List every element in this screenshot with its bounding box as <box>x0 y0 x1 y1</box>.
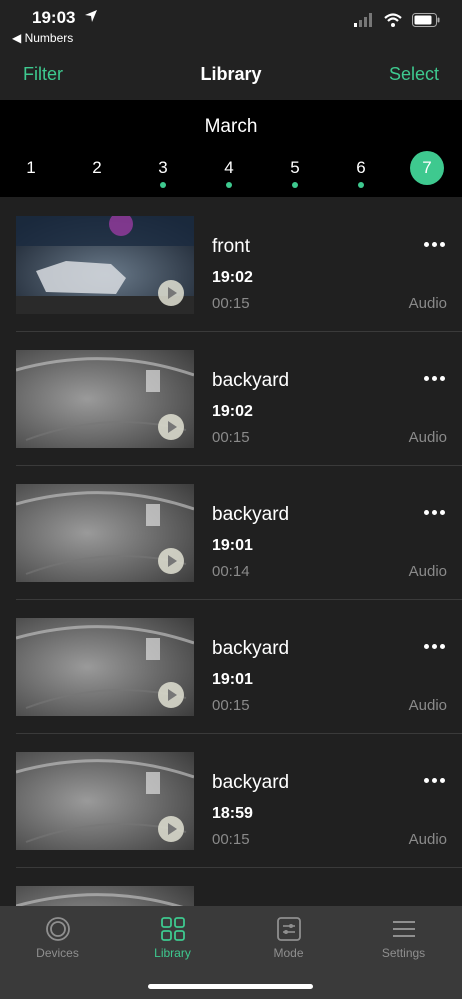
camera-name: backyard <box>212 504 290 525</box>
tab-library[interactable]: Library <box>115 906 230 976</box>
day-4[interactable]: 4 <box>211 150 247 190</box>
audio-tag: Audio <box>408 831 447 848</box>
cellular-signal-icon <box>354 13 372 27</box>
day-3[interactable]: 3 <box>145 150 181 190</box>
more-options-icon[interactable] <box>424 772 446 788</box>
audio-tag: Audio <box>408 429 447 446</box>
settings-menu-icon <box>393 921 415 937</box>
day-6[interactable]: 6 <box>343 150 379 190</box>
day-number: 1 <box>26 158 36 177</box>
audio-tag: Audio <box>408 295 447 312</box>
recording-time: 18:59 <box>212 805 253 822</box>
tab-label: Devices <box>36 946 79 960</box>
wifi-icon <box>384 13 402 27</box>
recording-row[interactable]: backyard 18:59 00:15 Audio <box>0 734 462 868</box>
recording-row[interactable]: front 19:02 00:15 Audio <box>0 198 462 332</box>
tab-devices[interactable]: Devices <box>0 906 115 976</box>
recording-time: 19:01 <box>212 537 253 554</box>
recording-row[interactable]: backyard 19:01 00:15 Audio <box>0 600 462 734</box>
more-options-icon[interactable] <box>424 638 446 654</box>
more-options-icon[interactable] <box>424 236 446 252</box>
select-button[interactable]: Select <box>389 64 439 85</box>
tab-settings[interactable]: Settings <box>346 906 461 976</box>
mode-sliders-icon <box>277 917 301 941</box>
audio-tag: Audio <box>408 697 447 714</box>
status-time: 19:03 <box>32 8 76 27</box>
devices-icon <box>46 917 70 941</box>
play-icon[interactable] <box>158 548 184 574</box>
recording-duration: 00:15 <box>212 429 250 446</box>
day-number: 3 <box>158 158 168 177</box>
recording-thumbnail[interactable] <box>16 216 194 314</box>
location-arrow-icon <box>85 10 97 22</box>
more-options-icon[interactable] <box>424 370 446 386</box>
day-1[interactable]: 1 <box>13 150 49 190</box>
battery-icon <box>412 13 440 27</box>
recording-duration: 00:15 <box>212 295 250 312</box>
library-grid-icon <box>161 917 185 941</box>
camera-name: backyard <box>212 370 290 391</box>
status-indicators <box>354 13 440 27</box>
status-bar: 19:03 ◀ Numbers <box>0 0 462 50</box>
camera-name: front <box>212 236 251 257</box>
play-icon[interactable] <box>158 816 184 842</box>
play-icon[interactable] <box>158 682 184 708</box>
play-icon[interactable] <box>158 280 184 306</box>
recording-indicator-dot <box>160 182 166 188</box>
recording-indicator-dot <box>226 182 232 188</box>
day-number: 5 <box>290 158 300 177</box>
day-number: 2 <box>92 158 102 177</box>
tab-label: Settings <box>381 946 426 960</box>
day-number: 4 <box>224 158 234 177</box>
recording-thumbnail[interactable] <box>16 752 194 850</box>
recording-thumbnail[interactable] <box>16 350 194 448</box>
tab-label: Mode <box>273 946 304 960</box>
camera-name: backyard <box>212 772 290 793</box>
day-7[interactable]: 7 <box>409 150 445 190</box>
tab-label: Library <box>154 946 191 960</box>
recording-time: 19:01 <box>212 671 253 688</box>
play-icon[interactable] <box>158 414 184 440</box>
recording-time: 19:02 <box>212 269 253 286</box>
navigation-bar: Filter Library Select <box>0 50 462 100</box>
audio-tag: Audio <box>408 563 447 580</box>
back-to-app-link[interactable]: ◀ Numbers <box>12 31 73 45</box>
day-number: 6 <box>356 158 366 177</box>
recording-thumbnail[interactable] <box>16 886 194 906</box>
recording-time: 19:02 <box>212 403 253 420</box>
recording-duration: 00:15 <box>212 697 250 714</box>
recording-indicator-dot <box>292 182 298 188</box>
recording-row[interactable]: backyard 19:02 00:15 Audio <box>0 332 462 466</box>
month-label: March <box>204 116 258 137</box>
recording-thumbnail[interactable] <box>16 618 194 716</box>
recording-duration: 00:14 <box>212 563 250 580</box>
tab-mode[interactable]: Mode <box>231 906 346 976</box>
day-number: 7 <box>410 151 444 185</box>
day-5[interactable]: 5 <box>277 150 313 190</box>
divider <box>16 867 462 868</box>
day-2[interactable]: 2 <box>79 150 115 190</box>
recording-indicator-dot <box>358 182 364 188</box>
recording-row[interactable]: backyard 19:01 00:14 Audio <box>0 466 462 600</box>
camera-name: backyard <box>212 638 290 659</box>
home-indicator[interactable] <box>148 984 313 989</box>
recording-thumbnail[interactable] <box>16 484 194 582</box>
more-options-icon[interactable] <box>424 504 446 520</box>
recording-duration: 00:15 <box>212 831 250 848</box>
